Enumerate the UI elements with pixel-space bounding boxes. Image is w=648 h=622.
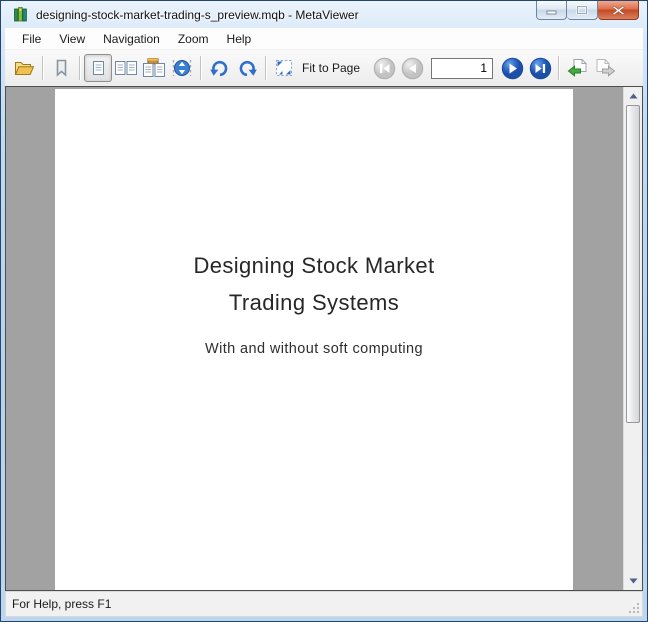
menu-help[interactable]: Help bbox=[218, 29, 261, 49]
maximize-button[interactable] bbox=[567, 1, 598, 20]
back-arrow-icon bbox=[567, 58, 588, 78]
document-title-line1: Designing Stock Market bbox=[55, 247, 573, 284]
bookmark-button[interactable] bbox=[47, 54, 75, 82]
bookmark-icon bbox=[55, 59, 68, 77]
status-bar: For Help, press F1 bbox=[5, 591, 643, 617]
document-page: Designing Stock Market Trading Systems W… bbox=[55, 89, 573, 590]
back-button[interactable] bbox=[563, 54, 591, 82]
app-icon bbox=[13, 6, 30, 23]
previous-page-icon bbox=[401, 57, 424, 80]
rotate-right-button[interactable] bbox=[233, 54, 261, 82]
rotate-right-icon bbox=[236, 59, 259, 78]
scroll-down-icon bbox=[629, 578, 638, 584]
minimize-button[interactable] bbox=[536, 1, 567, 20]
fit-to-page-button[interactable] bbox=[270, 54, 298, 82]
continuous-scroll-icon bbox=[171, 58, 193, 78]
last-page-button[interactable] bbox=[526, 54, 554, 82]
fit-to-page-label: Fit to Page bbox=[302, 61, 360, 75]
document-subtitle: With and without soft computing bbox=[55, 341, 573, 357]
page-number-input[interactable] bbox=[431, 58, 493, 79]
document-title: Designing Stock Market Trading Systems bbox=[55, 247, 573, 321]
scrollbar-thumb[interactable] bbox=[626, 105, 640, 423]
document-title-line2: Trading Systems bbox=[55, 284, 573, 321]
status-text: For Help, press F1 bbox=[12, 597, 111, 611]
first-page-icon bbox=[373, 57, 396, 80]
previous-page-button[interactable] bbox=[398, 54, 426, 82]
facing-pages-icon bbox=[114, 60, 138, 76]
resize-grip[interactable] bbox=[627, 601, 640, 614]
first-page-button[interactable] bbox=[370, 54, 398, 82]
single-page-view-button[interactable] bbox=[84, 54, 112, 82]
menu-zoom[interactable]: Zoom bbox=[169, 29, 218, 49]
menu-bar: File View Navigation Zoom Help bbox=[5, 28, 643, 50]
last-page-icon bbox=[529, 57, 552, 80]
menu-navigation[interactable]: Navigation bbox=[94, 29, 169, 49]
next-page-icon bbox=[501, 57, 524, 80]
scroll-up-button[interactable] bbox=[625, 88, 641, 104]
document-view[interactable]: Designing Stock Market Trading Systems W… bbox=[5, 86, 643, 591]
window-title: designing-stock-market-trading-s_preview… bbox=[36, 8, 359, 22]
rotate-left-button[interactable] bbox=[205, 54, 233, 82]
next-page-button[interactable] bbox=[498, 54, 526, 82]
fit-to-page-icon bbox=[275, 59, 293, 77]
scroll-up-icon bbox=[629, 93, 638, 99]
single-page-icon bbox=[92, 60, 105, 76]
continuous-scroll-button[interactable] bbox=[168, 54, 196, 82]
window-controls bbox=[536, 1, 639, 20]
book-view-icon bbox=[142, 58, 166, 78]
open-file-button[interactable] bbox=[10, 54, 38, 82]
toolbar-separator bbox=[42, 56, 43, 80]
rotate-left-icon bbox=[208, 59, 231, 78]
facing-pages-view-button[interactable] bbox=[112, 54, 140, 82]
toolbar-separator bbox=[265, 56, 266, 80]
book-view-button[interactable] bbox=[140, 54, 168, 82]
toolbar-separator bbox=[79, 56, 80, 80]
vertical-scrollbar[interactable] bbox=[623, 87, 642, 590]
close-button[interactable] bbox=[598, 1, 639, 20]
app-window: designing-stock-market-trading-s_preview… bbox=[0, 0, 648, 622]
toolbar-separator bbox=[200, 56, 201, 80]
title-bar[interactable]: designing-stock-market-trading-s_preview… bbox=[1, 1, 647, 28]
menu-view[interactable]: View bbox=[50, 29, 94, 49]
toolbar: Fit to Page bbox=[5, 50, 643, 86]
scroll-down-button[interactable] bbox=[625, 573, 641, 589]
forward-button[interactable] bbox=[591, 54, 619, 82]
open-folder-icon bbox=[14, 60, 35, 77]
forward-arrow-icon bbox=[595, 58, 616, 78]
menu-file[interactable]: File bbox=[13, 29, 50, 49]
toolbar-separator bbox=[558, 56, 559, 80]
